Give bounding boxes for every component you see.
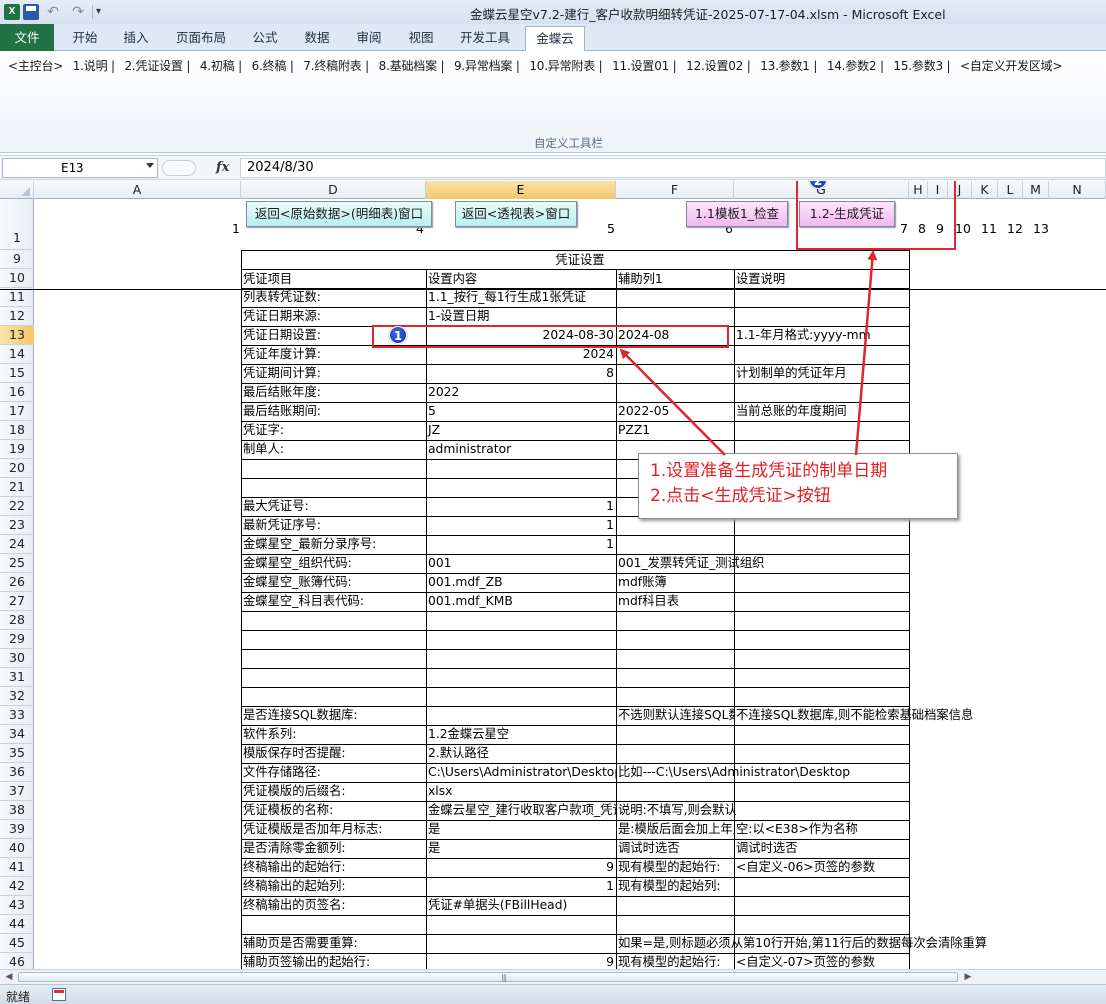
excel-logo-icon[interactable]: X — [4, 4, 20, 20]
customize-qat-icon[interactable]: ▾ — [96, 4, 101, 20]
tab-review[interactable]: 审阅 — [346, 26, 392, 51]
arrow-to-date-cell — [619, 348, 726, 456]
tab-developer[interactable]: 开发工具 — [450, 26, 520, 51]
menu-item-param-3[interactable]: 15.参数3 | — [893, 59, 950, 73]
menu-item-instructions[interactable]: 1.说明 | — [73, 59, 115, 73]
menu-item-param-2[interactable]: 14.参数2 | — [827, 59, 884, 73]
save-icon[interactable] — [23, 4, 39, 20]
scroll-right-icon[interactable]: ▶ — [962, 972, 974, 982]
status-bar: 就绪 — [0, 984, 1106, 1004]
tab-formulas[interactable]: 公式 — [242, 26, 288, 51]
name-box-dropdown-icon[interactable] — [146, 163, 154, 168]
qat-separator — [92, 5, 93, 19]
formula-bar-divider-handle[interactable] — [162, 160, 196, 176]
tab-data[interactable]: 数据 — [294, 26, 340, 51]
title-bar: X ↶ ↷ ▾ 金蝶云星空v7.2-建行_客户收款明细转凭证-2025-07-1… — [0, 0, 1106, 24]
status-ready: 就绪 — [6, 990, 31, 1004]
quick-access-toolbar: X ↶ ↷ ▾ — [4, 3, 101, 21]
menu-item-param-1[interactable]: 13.参数1 | — [760, 59, 817, 73]
menu-item-base-archive[interactable]: 8.基础档案 | — [379, 59, 445, 73]
annotation-arrows — [619, 250, 878, 456]
menu-item-exception-archive[interactable]: 9.异常档案 | — [454, 59, 520, 73]
menu-item-exception-appendix[interactable]: 10.异常附表 | — [529, 59, 602, 73]
scroll-thumb[interactable]: ||| — [18, 972, 958, 982]
worksheet: A D E F G H I J K L M N 1 9 10 11 12 13 14 15 16… — [0, 181, 1106, 970]
tab-file[interactable]: 文件 — [0, 24, 54, 51]
formula-input[interactable]: 2024/8/30 — [240, 158, 1106, 178]
menu-item-main-console[interactable]: <主控台> — [8, 59, 63, 73]
menu-item-settings-01[interactable]: 11.设置01 | — [612, 59, 677, 73]
tab-kingdee-cloud[interactable]: 金蝶云 — [525, 26, 585, 52]
menu-item-final[interactable]: 6.终稿 | — [252, 59, 294, 73]
tab-home[interactable]: 开始 — [60, 26, 110, 51]
macro-record-icon[interactable] — [52, 988, 66, 1001]
ribbon-group-label: 自定义工具栏 — [534, 136, 603, 150]
menu-item-voucher-settings[interactable]: 2.凭证设置 | — [124, 59, 190, 73]
arrow-to-generate-button — [854, 250, 878, 456]
ribbon-tab-bar: 文件 开始 插入 页面布局 公式 数据 审阅 视图 开发工具 金蝶云 — [0, 24, 1106, 52]
ribbon-panel: <主控台> 1.说明 | 2.凭证设置 | 4.初稿 | 6.终稿 | 7.终稿… — [0, 51, 1106, 153]
formula-bar: E13 fx 2024/8/30 — [0, 155, 1106, 180]
scroll-left-icon[interactable]: ◀ — [3, 972, 15, 982]
menu-item-settings-02[interactable]: 12.设置02 | — [686, 59, 751, 73]
tab-view[interactable]: 视图 — [398, 26, 444, 51]
menu-item-custom-dev[interactable]: <自定义开发区域> — [960, 59, 1063, 73]
horizontal-scrollbar[interactable]: ◀ ||| ▶ — [0, 969, 1106, 984]
tab-page-layout[interactable]: 页面布局 — [166, 26, 236, 51]
name-box[interactable]: E13 — [2, 158, 158, 178]
window-title: 金蝶云星空v7.2-建行_客户收款明细转凭证-2025-07-17-04.xls… — [470, 7, 946, 22]
insert-function-icon[interactable]: fx — [216, 160, 229, 175]
undo-icon[interactable]: ↶ — [42, 4, 64, 20]
redo-icon[interactable]: ↷ — [67, 4, 89, 20]
custom-menu-line: <主控台> 1.说明 | 2.凭证设置 | 4.初稿 | 6.终稿 | 7.终稿… — [8, 57, 1068, 74]
menu-item-draft[interactable]: 4.初稿 | — [200, 59, 242, 73]
tab-insert[interactable]: 插入 — [112, 26, 160, 51]
menu-item-final-appendix[interactable]: 7.终稿附表 | — [303, 59, 369, 73]
